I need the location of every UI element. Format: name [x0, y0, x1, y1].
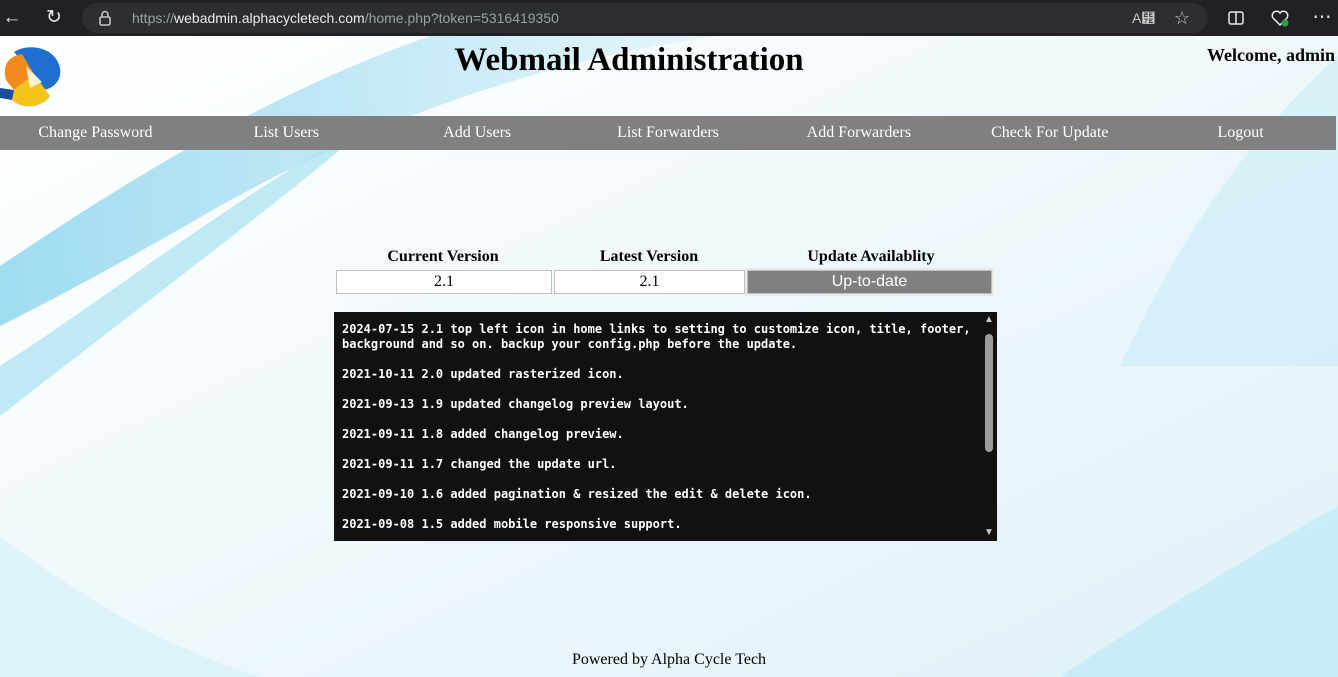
changelog-entry: 2021-10-11 2.0 updated rasterized icon.	[342, 367, 624, 381]
scroll-up-arrow-icon[interactable]: ▲	[984, 315, 994, 325]
url-scheme: https://	[132, 10, 175, 26]
read-aloud-icon[interactable]: A⹾	[1132, 8, 1155, 28]
nav-list-users[interactable]: List Users	[191, 116, 382, 150]
latest-version-header: Latest Version	[599, 248, 699, 265]
address-bar[interactable]: https://webadmin.alphacycletech.com/home…	[82, 3, 1208, 33]
changelog-entry: 2021-09-13 1.9 updated changelog preview…	[342, 397, 689, 411]
page: Webmail Administration Welcome, admin Ch…	[0, 36, 1338, 677]
more-options-icon[interactable]: ⋯	[1310, 6, 1334, 30]
page-title: Webmail Administration	[454, 42, 804, 78]
split-screen-icon[interactable]	[1224, 6, 1248, 30]
browser-essentials-icon[interactable]	[1268, 6, 1292, 30]
nav-check-for-update[interactable]: Check For Update	[954, 116, 1145, 150]
latest-version-value: 2.1	[554, 270, 745, 294]
changelog-entry: 2021-09-11 1.7 changed the update url.	[342, 457, 617, 471]
lock-icon[interactable]	[96, 9, 114, 27]
scroll-thumb[interactable]	[985, 334, 993, 452]
url-path: /home.php?token=5316419350	[364, 10, 559, 26]
update-availability-header: Update Availablity	[807, 248, 935, 265]
nav-add-forwarders[interactable]: Add Forwarders	[763, 116, 954, 150]
changelog-box[interactable]: 2024-07-15 2.1 top left icon in home lin…	[334, 312, 997, 541]
version-table: Current Version Latest Version Update Av…	[334, 246, 996, 296]
browser-toolbar: ← ↻ https://webadmin.alphacycletech.com/…	[0, 0, 1338, 36]
main-nav: Change Password List Users Add Users Lis…	[0, 116, 1336, 150]
back-icon[interactable]: ←	[0, 6, 24, 30]
address-text[interactable]: https://webadmin.alphacycletech.com/home…	[132, 10, 559, 26]
changelog-entry: 2021-09-10 1.6 added pagination & resize…	[342, 487, 812, 501]
nav-add-users[interactable]: Add Users	[382, 116, 573, 150]
nav-logout[interactable]: Logout	[1145, 116, 1336, 150]
update-status-button[interactable]: Up-to-date	[745, 268, 994, 296]
nav-change-password[interactable]: Change Password	[0, 116, 191, 150]
changelog-scrollbar[interactable]: ▲ ▼	[981, 312, 997, 541]
changelog-entry: 2021-09-08 1.5 added mobile responsive s…	[342, 517, 682, 531]
current-version-header: Current Version	[387, 248, 499, 265]
current-version-value: 2.1	[336, 270, 552, 294]
footer-text: Powered by Alpha Cycle Tech	[571, 651, 767, 668]
changelog-text: 2024-07-15 2.1 top left icon in home lin…	[342, 322, 982, 536]
scroll-down-arrow-icon[interactable]: ▼	[984, 528, 994, 538]
nav-list-forwarders[interactable]: List Forwarders	[573, 116, 764, 150]
changelog-entry: 2021-09-11 1.8 added changelog preview.	[342, 427, 624, 441]
welcome-text: Welcome, admin	[1207, 45, 1335, 65]
changelog-entry: 2024-07-15 2.1 top left icon in home lin…	[342, 322, 978, 351]
favorite-star-icon[interactable]: ☆	[1172, 8, 1192, 28]
url-host: webadmin.alphacycletech.com	[174, 10, 365, 26]
refresh-icon[interactable]: ↻	[42, 6, 66, 30]
